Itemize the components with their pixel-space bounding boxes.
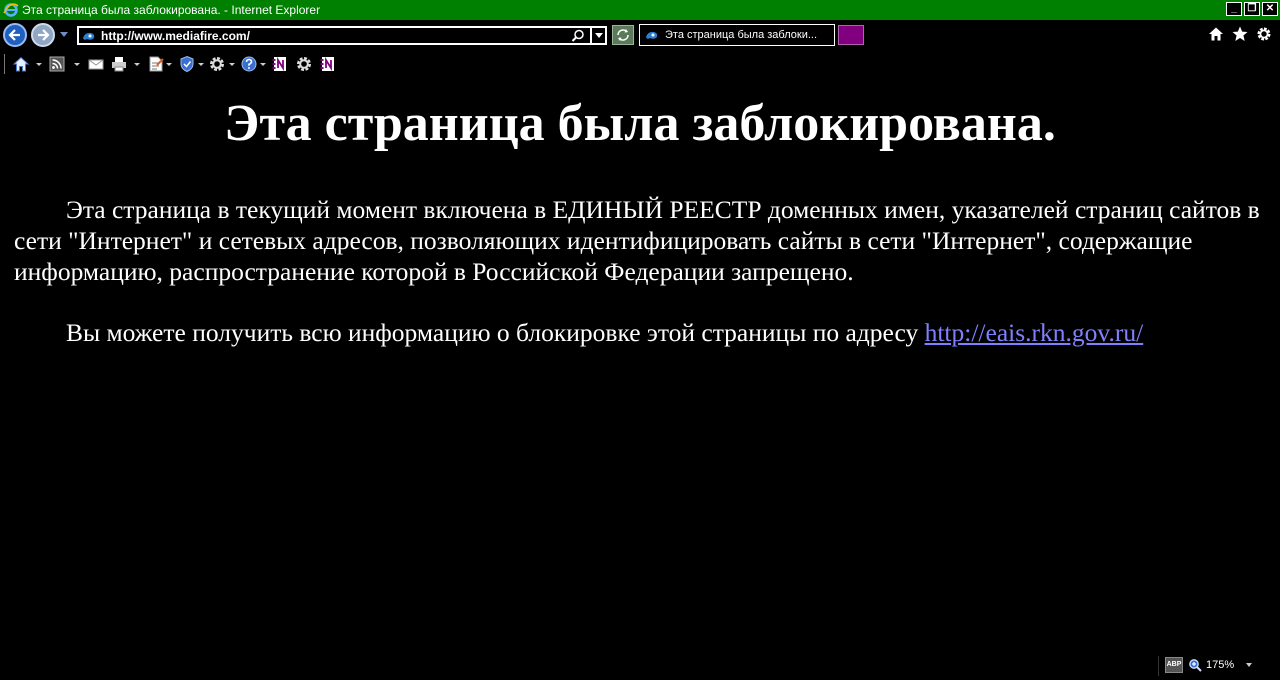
feeds-dropdown[interactable] (74, 63, 80, 66)
adblock-button[interactable]: ABP (1165, 657, 1183, 673)
mail-icon[interactable] (87, 55, 105, 73)
maximize-button[interactable]: ❐ (1244, 2, 1260, 16)
star-icon[interactable] (1232, 26, 1248, 42)
zoom-level: 175% (1206, 659, 1235, 671)
tab-current[interactable]: Эта страница была заблоки... (639, 24, 835, 46)
print-icon[interactable] (110, 55, 128, 73)
toolbar-grip[interactable] (4, 54, 7, 74)
status-bar: ABP 175% (0, 654, 1280, 680)
zoom-dropdown-icon[interactable] (1246, 663, 1253, 667)
status-separator (1158, 656, 1159, 676)
back-button[interactable] (3, 23, 27, 47)
forward-button[interactable] (31, 23, 55, 47)
safety-shield-icon[interactable] (178, 55, 196, 73)
minimize-button[interactable]: _ (1226, 2, 1242, 16)
info-text: Вы можете получить всю информацию о блок… (66, 318, 925, 347)
forward-arrow-icon (38, 29, 50, 41)
zoom-magnifier-icon (1189, 659, 1202, 672)
address-bar[interactable]: http://www.mediafire.com/ (77, 26, 607, 45)
home-icon[interactable] (1208, 26, 1224, 42)
address-dropdown-button[interactable] (590, 28, 605, 43)
info-paragraph: Вы можете получить всю информацию о блок… (14, 317, 1274, 348)
search-icon[interactable] (571, 29, 585, 43)
gear-icon[interactable] (1256, 26, 1272, 42)
site-favicon-icon (83, 32, 95, 40)
page-content: Эта страница была заблокирована. Эта стр… (0, 78, 1280, 654)
cmd-home-icon[interactable] (12, 55, 30, 73)
recent-pages-dropdown[interactable] (60, 32, 68, 37)
ie-logo-icon (3, 2, 19, 18)
window-title: Эта страница была заблокирована. - Inter… (22, 3, 321, 17)
back-arrow-icon (8, 29, 20, 41)
tab-favicon-icon (646, 31, 658, 39)
block-notice-paragraph: Эта страница в текущий момент включена в… (14, 195, 1260, 286)
command-bar (0, 50, 1280, 78)
window-titlebar: Эта страница была заблокирована. - Inter… (0, 0, 1280, 20)
new-tab-button[interactable] (838, 25, 864, 45)
onenote-icon[interactable] (271, 55, 289, 73)
registry-link[interactable]: http://eais.rkn.gov.ru/ (925, 318, 1144, 347)
tab-label: Эта страница была заблоки... (665, 29, 818, 41)
rss-feed-icon[interactable] (48, 55, 66, 73)
zoom-control[interactable]: 175% (1188, 658, 1253, 672)
page-dropdown[interactable] (166, 63, 172, 66)
safety-dropdown[interactable] (198, 63, 204, 66)
page-icon[interactable] (147, 55, 165, 73)
settings-gear-icon[interactable] (295, 55, 313, 73)
navigation-bar: http://www.mediafire.com/ Эта страница б… (0, 20, 1280, 50)
print-dropdown[interactable] (134, 63, 140, 66)
help-icon[interactable] (240, 55, 258, 73)
tools-dropdown[interactable] (229, 63, 235, 66)
refresh-icon (617, 29, 629, 41)
onenote-send-icon[interactable] (319, 55, 337, 73)
help-dropdown[interactable] (260, 63, 266, 66)
address-url[interactable]: http://www.mediafire.com/ (101, 29, 250, 43)
home-dropdown[interactable] (36, 63, 42, 66)
compatibility-refresh-button[interactable] (612, 25, 634, 45)
page-heading: Эта страница была заблокирована. (224, 95, 1056, 152)
tools-gear-icon[interactable] (208, 55, 226, 73)
close-button[interactable]: ✕ (1262, 2, 1278, 16)
